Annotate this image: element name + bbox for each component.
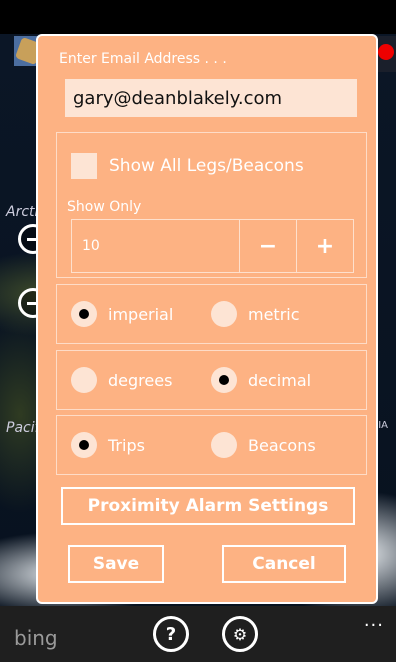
decrement-button[interactable]: − — [239, 220, 296, 272]
bing-logo: bing — [14, 626, 58, 650]
settings-icon[interactable]: ⚙ — [222, 616, 258, 652]
radio-decimal[interactable]: decimal — [211, 367, 311, 393]
radio-metric[interactable]: metric — [211, 301, 300, 327]
save-button[interactable]: Save — [68, 545, 164, 583]
show-only-label: Show Only — [67, 199, 142, 215]
show-all-label: Show All Legs/Beacons — [109, 156, 304, 176]
radio-trips[interactable]: Trips — [71, 432, 211, 458]
proximity-alarm-settings-button[interactable]: Proximity Alarm Settings — [61, 487, 355, 525]
recording-indicator-icon — [378, 44, 394, 60]
legs-beacons-group: Show All Legs/Beacons Show Only 10 − + — [56, 132, 367, 278]
radio-degrees-label: degrees — [108, 370, 173, 390]
more-options-icon[interactable]: ... — [364, 610, 384, 631]
radio-button-icon — [211, 432, 237, 458]
radio-beacons[interactable]: Beacons — [211, 432, 316, 458]
increment-button[interactable]: + — [296, 220, 353, 272]
email-label: Enter Email Address . . . — [59, 51, 227, 67]
radio-button-icon — [71, 432, 97, 458]
radio-button-icon — [71, 367, 97, 393]
radio-degrees[interactable]: degrees — [71, 367, 211, 393]
radio-button-icon — [71, 301, 97, 327]
app-bar: bing ? ⚙ ... — [0, 606, 396, 662]
map-label-pacific: Pacif — [6, 420, 40, 436]
radio-button-icon — [211, 367, 237, 393]
show-only-stepper: 10 − + — [71, 219, 354, 273]
units-group: imperial metric — [56, 284, 367, 344]
radio-decimal-label: decimal — [248, 370, 312, 390]
email-field[interactable] — [65, 79, 357, 117]
coords-group: degrees decimal — [56, 350, 367, 410]
help-icon[interactable]: ? — [153, 616, 189, 652]
radio-trips-label: Trips — [108, 435, 145, 455]
cancel-button[interactable]: Cancel — [222, 545, 346, 583]
radio-imperial[interactable]: imperial — [71, 301, 211, 327]
show-all-checkbox-row[interactable]: Show All Legs/Beacons — [71, 153, 304, 179]
radio-beacons-label: Beacons — [248, 435, 316, 455]
map-label-right: IA — [378, 420, 388, 431]
show-all-checkbox[interactable] — [71, 153, 97, 179]
radio-button-icon — [211, 301, 237, 327]
radio-imperial-label: imperial — [108, 304, 174, 324]
show-only-value[interactable]: 10 — [72, 220, 239, 272]
radio-metric-label: metric — [248, 304, 300, 324]
mode-group: Trips Beacons — [56, 415, 367, 475]
settings-dialog: Enter Email Address . . . Show All Legs/… — [36, 34, 378, 604]
